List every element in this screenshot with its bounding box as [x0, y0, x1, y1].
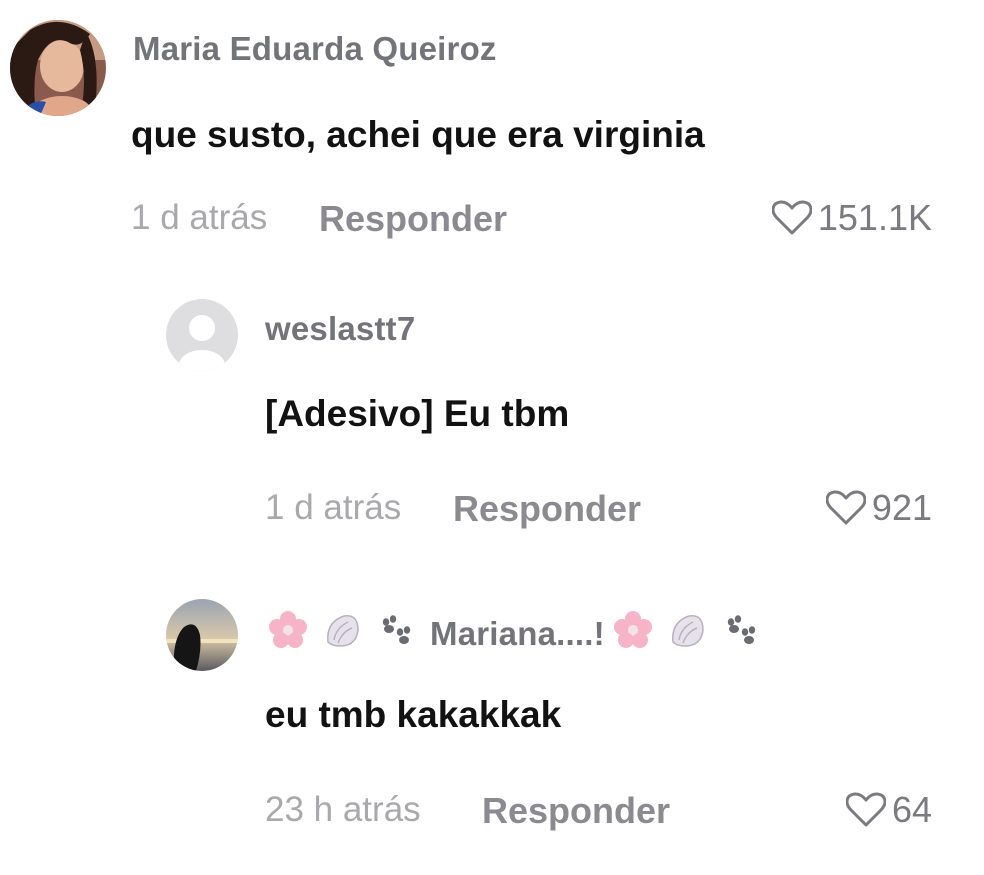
- shell-icon: [322, 610, 362, 658]
- reply-button[interactable]: Responder: [319, 198, 507, 240]
- comment-username[interactable]: Maria Eduarda Queiroz: [133, 30, 497, 68]
- username-label: Mariana....!: [430, 615, 605, 652]
- avatar[interactable]: [10, 20, 106, 116]
- cherry-blossom-icon: [268, 610, 308, 658]
- paw-prints-icon: [721, 610, 761, 658]
- paw-prints-icon: [376, 610, 416, 658]
- reply-button[interactable]: Responder: [482, 790, 670, 832]
- shell-icon: [667, 610, 707, 658]
- heart-icon: [845, 792, 886, 827]
- like-count: 921: [871, 487, 932, 528]
- profile-photo-icon: [10, 20, 106, 116]
- heart-icon: [825, 490, 866, 525]
- comment-text: que susto, achei que era virginia: [131, 114, 705, 155]
- comment-text: eu tmb kakakkak: [265, 694, 562, 735]
- comment-timestamp: 23 h atrás: [265, 790, 421, 829]
- comment-username[interactable]: weslastt7: [265, 310, 415, 348]
- like-button[interactable]: 151.1K: [771, 196, 932, 240]
- comment-text: [Adesivo] Eu tbm: [265, 393, 570, 434]
- avatar[interactable]: [166, 299, 238, 371]
- like-count: 64: [891, 789, 932, 830]
- avatar[interactable]: [166, 599, 238, 671]
- profile-photo-icon: [166, 599, 238, 671]
- like-button[interactable]: 64: [845, 788, 932, 832]
- heart-icon: [771, 200, 812, 235]
- default-avatar-icon: [166, 299, 238, 371]
- cherry-blossom-icon: [613, 610, 653, 658]
- comment-username[interactable]: Mariana....!: [268, 610, 775, 658]
- comment-timestamp: 1 d atrás: [131, 198, 268, 237]
- like-count: 151.1K: [817, 197, 932, 238]
- reply-button[interactable]: Responder: [453, 488, 641, 530]
- comment-timestamp: 1 d atrás: [265, 488, 402, 527]
- like-button[interactable]: 921: [825, 486, 932, 530]
